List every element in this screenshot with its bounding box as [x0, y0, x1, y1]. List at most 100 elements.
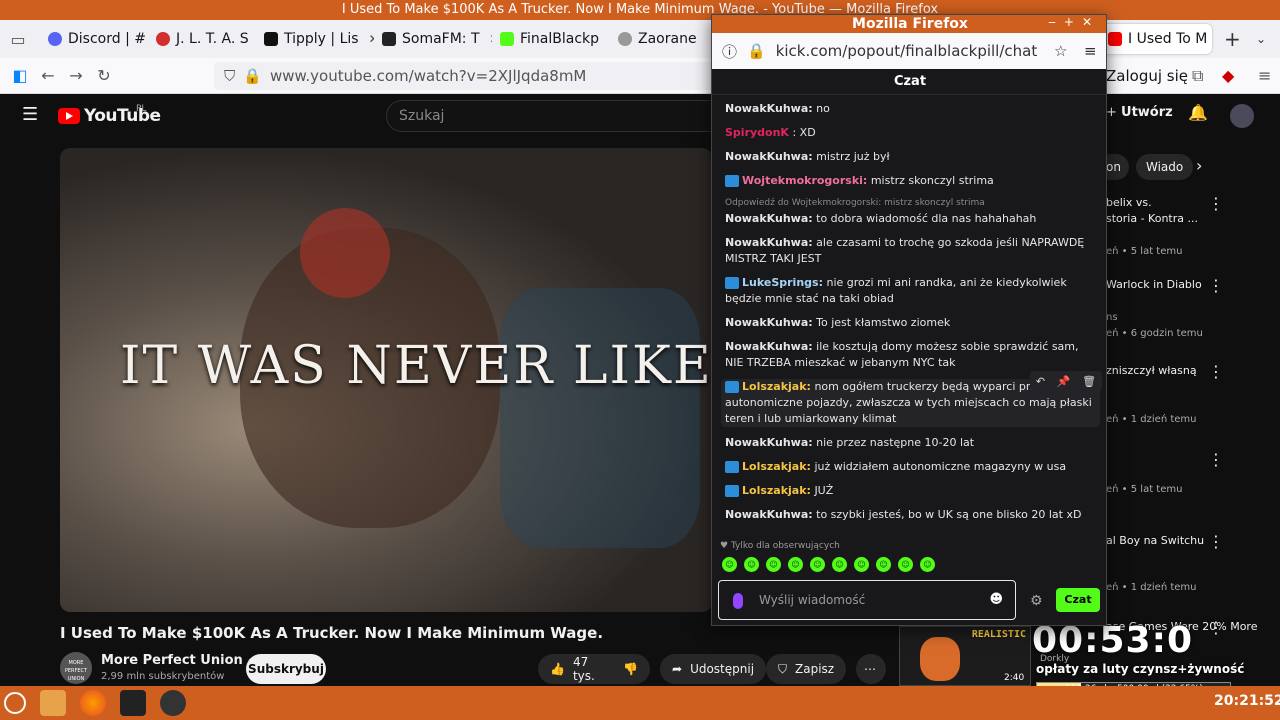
chevron-right-icon[interactable]: ›	[1196, 156, 1202, 175]
more-vert-icon[interactable]: ⋮	[1208, 532, 1224, 551]
chat-username[interactable]: NowakKuhwa:	[725, 150, 813, 163]
chat-username[interactable]: NowakKuhwa:	[725, 508, 813, 521]
emote-icon[interactable]: ☺	[854, 557, 869, 572]
channel-name[interactable]: More Perfect Union ✔	[101, 653, 258, 668]
chat-message[interactable]: Lolszakjak: JUŻ	[725, 483, 1100, 499]
chat-username[interactable]: NowakKuhwa:	[725, 316, 813, 329]
tab-list-icon[interactable]: ▭	[4, 30, 32, 49]
menu-icon[interactable]: ☰	[22, 104, 38, 125]
sidebar-video-title[interactable]: al Boy na Switchu	[1106, 534, 1204, 547]
chevron-down-icon[interactable]: ⌄	[1256, 32, 1266, 46]
chat-message[interactable]: NowakKuhwa: ile kosztują domy możesz sob…	[725, 339, 1100, 371]
chat-message[interactable]: NowakKuhwa: nie przez następne 10-20 lat	[725, 435, 1100, 451]
tab-somafm[interactable]: SomaFM: T✕	[374, 24, 492, 54]
emote-icon[interactable]: ☺	[722, 557, 737, 572]
url-bar[interactable]: ⛉ 🔒 www.youtube.com/watch?v=2XJlJqda8mM	[214, 62, 714, 90]
channel-avatar[interactable]: MORE PERFECT UNION	[60, 652, 92, 684]
chat-message[interactable]: NowakKuhwa: mistrz już był	[725, 149, 1100, 165]
chat-username[interactable]: NowakKuhwa:	[725, 236, 813, 249]
chat-username[interactable]: Wojtekmokrogorski:	[742, 174, 867, 187]
gear-icon[interactable]: ⚙	[1030, 593, 1043, 609]
window-controls[interactable]: ‒+✕	[1048, 15, 1100, 29]
firefox-icon[interactable]	[80, 690, 106, 716]
obs-icon[interactable]	[160, 690, 186, 716]
sidebar-video-title[interactable]: belix vs.	[1106, 196, 1152, 209]
more-vert-icon[interactable]: ⋮	[1208, 450, 1224, 469]
tab-kick[interactable]: FinalBlackp	[492, 24, 610, 54]
emote-icon[interactable]: ☺	[810, 557, 825, 572]
chat-username[interactable]: LukeSprings:	[742, 276, 823, 289]
more-vert-icon[interactable]: ⋮	[1208, 194, 1224, 213]
save-button[interactable]: ⛉ Zapisz	[766, 654, 847, 684]
more-vert-icon[interactable]: ⋮	[1208, 618, 1224, 637]
back-icon[interactable]: ←	[34, 66, 62, 85]
video-player[interactable]: IT WAS NEVER LIKE T	[60, 148, 712, 612]
chat-message[interactable]: NowakKuhwa: to szybki jesteś, bo w UK są…	[725, 507, 1100, 523]
menu-icon[interactable]: ≡	[1084, 42, 1097, 60]
addon-icon[interactable]: ◆	[1222, 66, 1234, 85]
more-vert-icon[interactable]: ⋮	[1208, 362, 1224, 381]
reply-icon[interactable]: ↶	[1036, 375, 1045, 388]
chat-username[interactable]: Lolszakjak:	[742, 484, 811, 497]
tab-jltas[interactable]: J. L. T. A. S✕	[148, 24, 256, 54]
subscribe-button[interactable]: Subskrybuj	[246, 654, 326, 684]
emote-icon[interactable]: ☺	[876, 557, 891, 572]
chat-message[interactable]: NowakKuhwa: ale czasami to trochę go szk…	[725, 235, 1100, 267]
chat-username[interactable]: Lolszakjak:	[742, 460, 811, 473]
message-actions[interactable]: ↶ 📌 🗑	[1030, 371, 1102, 391]
login-button[interactable]: Zaloguj się	[1106, 67, 1188, 85]
emoji-icon[interactable]: ☻	[989, 592, 1003, 607]
emote-icon[interactable]: ☺	[898, 557, 913, 572]
more-vert-icon[interactable]: ⋮	[1208, 276, 1224, 295]
emote-icon[interactable]: ☺	[832, 557, 847, 572]
start-menu-icon[interactable]	[4, 692, 26, 714]
chat-username[interactable]: Lolszakjak:	[742, 380, 811, 393]
microphone-icon[interactable]	[733, 593, 743, 609]
bell-icon[interactable]: 🔔	[1188, 103, 1208, 122]
popup-url-bar[interactable]: ⓘ 🔒 kick.com/popout/finalblackpill/chat …	[712, 33, 1106, 69]
tab-zaorane[interactable]: Zaorane (	[610, 24, 700, 54]
sidebar-video-title[interactable]: Warlock in Diablo	[1106, 278, 1202, 291]
chat-message[interactable]: NowakKuhwa: no	[725, 101, 1100, 117]
chat-username[interactable]: NowakKuhwa:	[725, 436, 813, 449]
chat-input[interactable]: Wyślij wiadomość ☻	[718, 580, 1016, 620]
tab-tipply[interactable]: Tipply | Lis ✕	[256, 24, 374, 54]
chat-message[interactable]: SpirydonK : XD	[725, 125, 1100, 141]
avatar[interactable]	[1230, 104, 1254, 128]
tab-youtube[interactable]: I Used To M✕	[1100, 24, 1212, 54]
chat-username[interactable]: SpirydonK	[725, 126, 789, 139]
new-tab-button[interactable]: +	[1224, 27, 1241, 51]
delete-icon[interactable]: 🗑	[1082, 375, 1096, 388]
chat-message[interactable]: Wojtekmokrogorski: mistrz skonczyl strim…	[725, 173, 1100, 189]
emote-icon[interactable]: ☺	[920, 557, 935, 572]
reload-icon[interactable]: ↻	[90, 66, 118, 85]
menu-icon[interactable]: ≡	[1258, 66, 1271, 85]
forward-icon[interactable]: →	[62, 66, 90, 85]
chat-username[interactable]: NowakKuhwa:	[725, 340, 813, 353]
sidebar-video-title[interactable]: zniszczył własną	[1106, 364, 1197, 377]
chat-message[interactable]: Lolszakjak: już widziałem autonomiczne m…	[725, 459, 1100, 475]
star-icon[interactable]: ☆	[1054, 42, 1067, 60]
create-button[interactable]: + Utwórz	[1106, 105, 1173, 120]
sidebar-toggle-icon[interactable]: ◧	[6, 66, 34, 85]
more-actions-button[interactable]: ⋯	[856, 654, 886, 684]
pin-icon[interactable]: 📌	[1057, 375, 1071, 388]
chip-filter[interactable]: Wiado	[1136, 154, 1194, 180]
chat-username[interactable]: NowakKuhwa:	[725, 212, 813, 225]
chat-message[interactable]: Odpowiedź do Wojtekmokrogorski: mistrz s…	[725, 197, 1100, 227]
chat-username[interactable]: NowakKuhwa:	[725, 102, 813, 115]
dislike-icon[interactable]: 👎	[623, 662, 638, 676]
sidebar-video-title[interactable]: storia - Kontra ...	[1106, 212, 1198, 225]
shield-icon[interactable]: ⛉	[224, 67, 235, 85]
chat-message[interactable]: LukeSprings: nie grozi mi ani randka, an…	[725, 275, 1100, 307]
terminal-icon[interactable]	[120, 690, 146, 716]
emote-icon[interactable]: ☺	[744, 557, 759, 572]
files-icon[interactable]	[40, 690, 66, 716]
emote-icon[interactable]: ☺	[766, 557, 781, 572]
share-button[interactable]: ➦ Udostępnij	[660, 654, 767, 684]
chat-message[interactable]: NowakKuhwa: To jest kłamstwo ziomek	[725, 315, 1100, 331]
tab-discord[interactable]: Discord | #✕	[40, 24, 148, 54]
extension-icon[interactable]: ⧉	[1192, 66, 1203, 86]
emote-icon[interactable]: ☺	[788, 557, 803, 572]
info-icon[interactable]: ⓘ	[722, 41, 737, 62]
